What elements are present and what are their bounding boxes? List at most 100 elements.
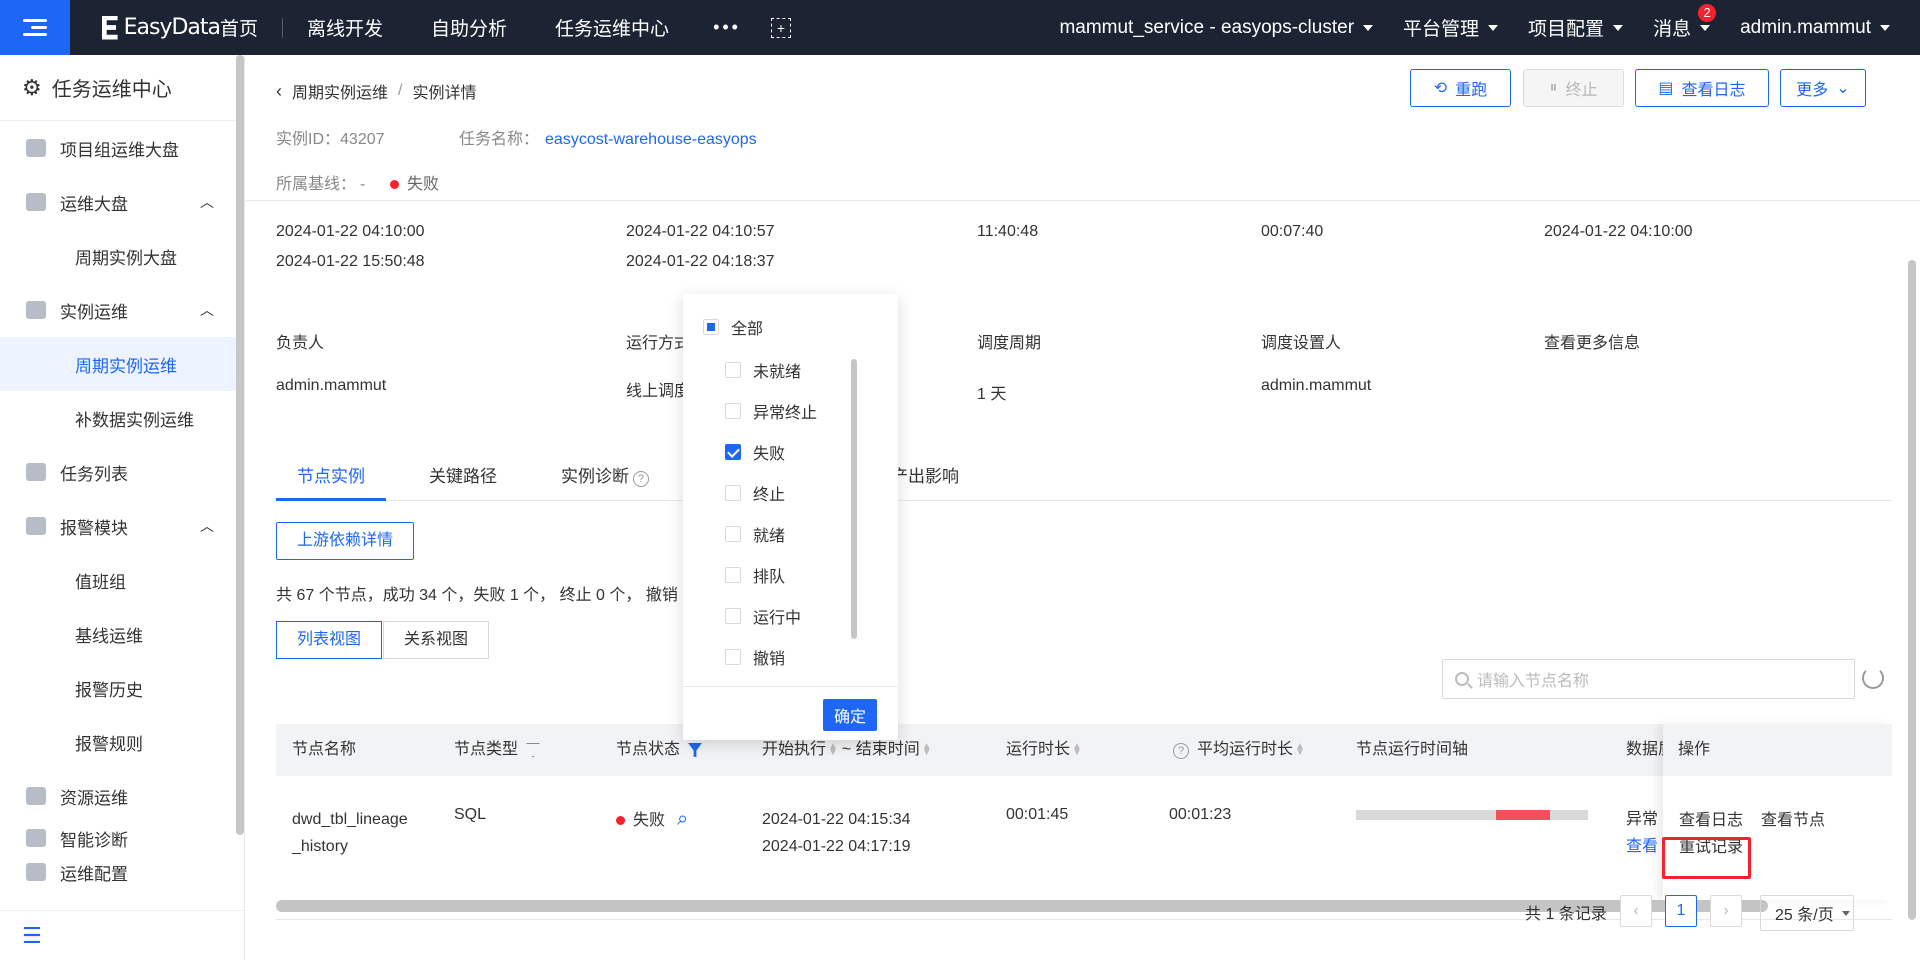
chevron-up-icon: ︿ — [200, 194, 214, 210]
nav-self-analysis[interactable]: 自助分析 — [407, 14, 531, 41]
nav-more-icon[interactable]: ••• — [693, 17, 761, 38]
filter-option[interactable]: 排队 — [725, 560, 785, 590]
task-name-link[interactable]: easycost-warehouse-easyops — [545, 131, 757, 148]
sort-icon[interactable]: ▲ ▼ — [828, 741, 838, 757]
back-arrow-icon[interactable]: ‹ — [276, 81, 282, 102]
col-avg-duration[interactable]: ? 平均运行时长 ▲ ▼ — [1169, 724, 1305, 776]
checkbox[interactable] — [725, 362, 741, 378]
app-logo[interactable]: EasyData — [102, 15, 221, 40]
page-size-select[interactable]: 25 条/页 — [1760, 895, 1854, 931]
tab-critical-path[interactable]: 关键路径 — [408, 455, 518, 501]
checkbox[interactable] — [725, 526, 741, 542]
project-config-menu[interactable]: 项目配置 — [1528, 14, 1624, 41]
sidebar-item-task-list[interactable]: 任务列表 — [0, 445, 244, 499]
next-page-button[interactable]: › — [1710, 895, 1742, 927]
sidebar-item-duty-group[interactable]: 值班组 — [0, 553, 244, 607]
row-node-name[interactable]: dwd_tbl_lineage _history — [292, 806, 408, 860]
nav-task-ops[interactable]: 任务运维中心 — [531, 14, 693, 41]
nav-offline-dev[interactable]: 离线开发 — [283, 14, 407, 41]
sidebar-item-ops-config[interactable]: 运维配置 — [0, 853, 244, 891]
rerun-button[interactable]: ⟲ 重跑 — [1410, 69, 1511, 107]
view-log-button[interactable]: ▤ 查看日志 — [1635, 69, 1769, 107]
upstream-deps-button[interactable]: 上游依赖详情 — [276, 522, 415, 560]
more-actions-button[interactable]: 更多 ⌄ — [1780, 69, 1866, 107]
tab-instance-diagnosis[interactable]: 实例诊断? — [540, 455, 670, 501]
nav-home[interactable]: 首页 — [220, 14, 282, 41]
status-dot — [390, 180, 399, 190]
filter-option[interactable]: 就绪 — [725, 519, 785, 549]
sidebar-collapse[interactable]: ☰ — [0, 910, 244, 960]
checkbox[interactable] — [725, 485, 741, 501]
sidebar-scrollbar[interactable] — [236, 55, 244, 835]
checkbox[interactable] — [725, 608, 741, 624]
col-duration[interactable]: 运行时长 ▲ ▼ — [1006, 724, 1082, 776]
search-diagnose-icon[interactable]: ⌕ — [677, 808, 688, 830]
alarm-icon — [26, 517, 46, 535]
list-view-button[interactable]: 列表视图 — [276, 621, 383, 659]
menu-toggle-icon[interactable] — [0, 0, 70, 55]
sidebar-item-cycle-instance-ops[interactable]: 周期实例运维 — [0, 337, 244, 391]
filter-active-icon[interactable] — [688, 742, 703, 757]
sort-icon[interactable]: ▲ ▼ — [922, 741, 932, 757]
page-1-button[interactable]: 1 — [1665, 895, 1697, 927]
chevron-down-icon — [1880, 24, 1890, 31]
checkbox[interactable] — [725, 567, 741, 583]
prev-page-button[interactable]: ‹ — [1620, 895, 1652, 927]
sort-icon[interactable]: ▲ ▼ — [1072, 741, 1082, 757]
filter-option-all[interactable]: 全部 — [703, 312, 763, 342]
view-node-link[interactable]: 查看节点 — [1761, 806, 1825, 830]
sidebar-group-alarm[interactable]: 报警模块 ︿ — [0, 499, 244, 553]
node-search-input[interactable]: 请输入节点名称 — [1442, 659, 1855, 699]
sidebar-header: ⚙ 任务运维中心 — [0, 55, 244, 121]
col-node-type[interactable]: 节点类型 — [454, 724, 541, 776]
relation-view-button[interactable]: 关系视图 — [383, 621, 490, 659]
platform-menu[interactable]: 平台管理 — [1403, 14, 1499, 41]
data-quality-link[interactable]: 查看 — [1626, 833, 1658, 860]
stop-button[interactable]: ⏸ 终止 — [1523, 69, 1624, 107]
filter-option[interactable]: 终止 — [725, 478, 785, 508]
top-right-menu: mammut_service - easyops-cluster 平台管理 项目… — [1059, 0, 1920, 55]
cluster-selector[interactable]: mammut_service - easyops-cluster — [1059, 17, 1374, 39]
instance-id: 实例ID：43207 — [276, 131, 385, 148]
filter-option[interactable]: 运行中 — [725, 601, 801, 631]
confirm-filter-button[interactable]: 确定 — [823, 699, 877, 731]
tab-node-instances[interactable]: 节点实例 — [276, 455, 386, 501]
sort-icon[interactable]: ▲ ▼ — [1295, 741, 1305, 757]
sidebar-item-alarm-history[interactable]: 报警历史 — [0, 661, 244, 715]
easydata-logo-icon — [102, 15, 118, 40]
sidebar-item-smart-diagnosis[interactable]: 智能诊断 — [0, 823, 244, 853]
dropdown-scrollbar[interactable] — [851, 359, 857, 639]
sidebar-item-baseline-ops[interactable]: 基线运维 — [0, 607, 244, 661]
node-summary: 共 67 个节点，成功 34 个，失败 1 个， 终止 0 个， 撤销 — [276, 587, 678, 604]
sidebar-item-resource-ops[interactable]: 资源运维 — [0, 769, 244, 823]
row-node-status: 失败 ⌕ — [616, 806, 688, 831]
page-scrollbar[interactable] — [1908, 260, 1916, 920]
messages-menu[interactable]: 消息 2 — [1653, 4, 1717, 41]
sidebar-group-ops-dashboard[interactable]: 运维大盘 ︿ — [0, 175, 244, 229]
refresh-icon[interactable] — [1862, 667, 1884, 689]
sidebar-item-alarm-rules[interactable]: 报警规则 — [0, 715, 244, 769]
user-menu[interactable]: admin.mammut — [1740, 17, 1890, 39]
breadcrumb-parent[interactable]: 周期实例运维 — [292, 79, 388, 103]
sidebar-item-project-dashboard[interactable]: 项目组运维大盘 — [0, 121, 244, 175]
view-log-link[interactable]: 查看日志 — [1679, 806, 1743, 830]
filter-option[interactable]: 异常终止 — [725, 396, 817, 426]
filter-option[interactable]: 撤销 — [725, 642, 785, 672]
time-c2b: 2024-01-22 04:18:37 — [626, 253, 775, 270]
filter-option[interactable]: 失败 — [725, 437, 785, 467]
document-icon: ▤ — [1658, 80, 1674, 97]
time-c1a: 2024-01-22 04:10:00 — [276, 223, 425, 240]
sidebar-item-cycle-dashboard[interactable]: 周期实例大盘 — [0, 229, 244, 283]
filter-icon[interactable] — [526, 742, 541, 757]
filter-option[interactable]: 未就绪 — [725, 355, 801, 385]
checkbox[interactable] — [725, 649, 741, 665]
row-node-type: SQL — [454, 806, 487, 823]
sidebar-group-instance-ops[interactable]: 实例运维 ︿ — [0, 283, 244, 337]
more-info-link[interactable]: 查看更多信息 — [1544, 329, 1640, 353]
add-workspace-icon[interactable]: + — [770, 17, 791, 38]
checkbox-partial[interactable] — [703, 319, 719, 335]
checkbox-checked[interactable] — [725, 444, 741, 460]
sidebar-item-backfill-ops[interactable]: 补数据实例运维 — [0, 391, 244, 445]
checkbox[interactable] — [725, 403, 741, 419]
dashboard-icon — [26, 139, 46, 157]
